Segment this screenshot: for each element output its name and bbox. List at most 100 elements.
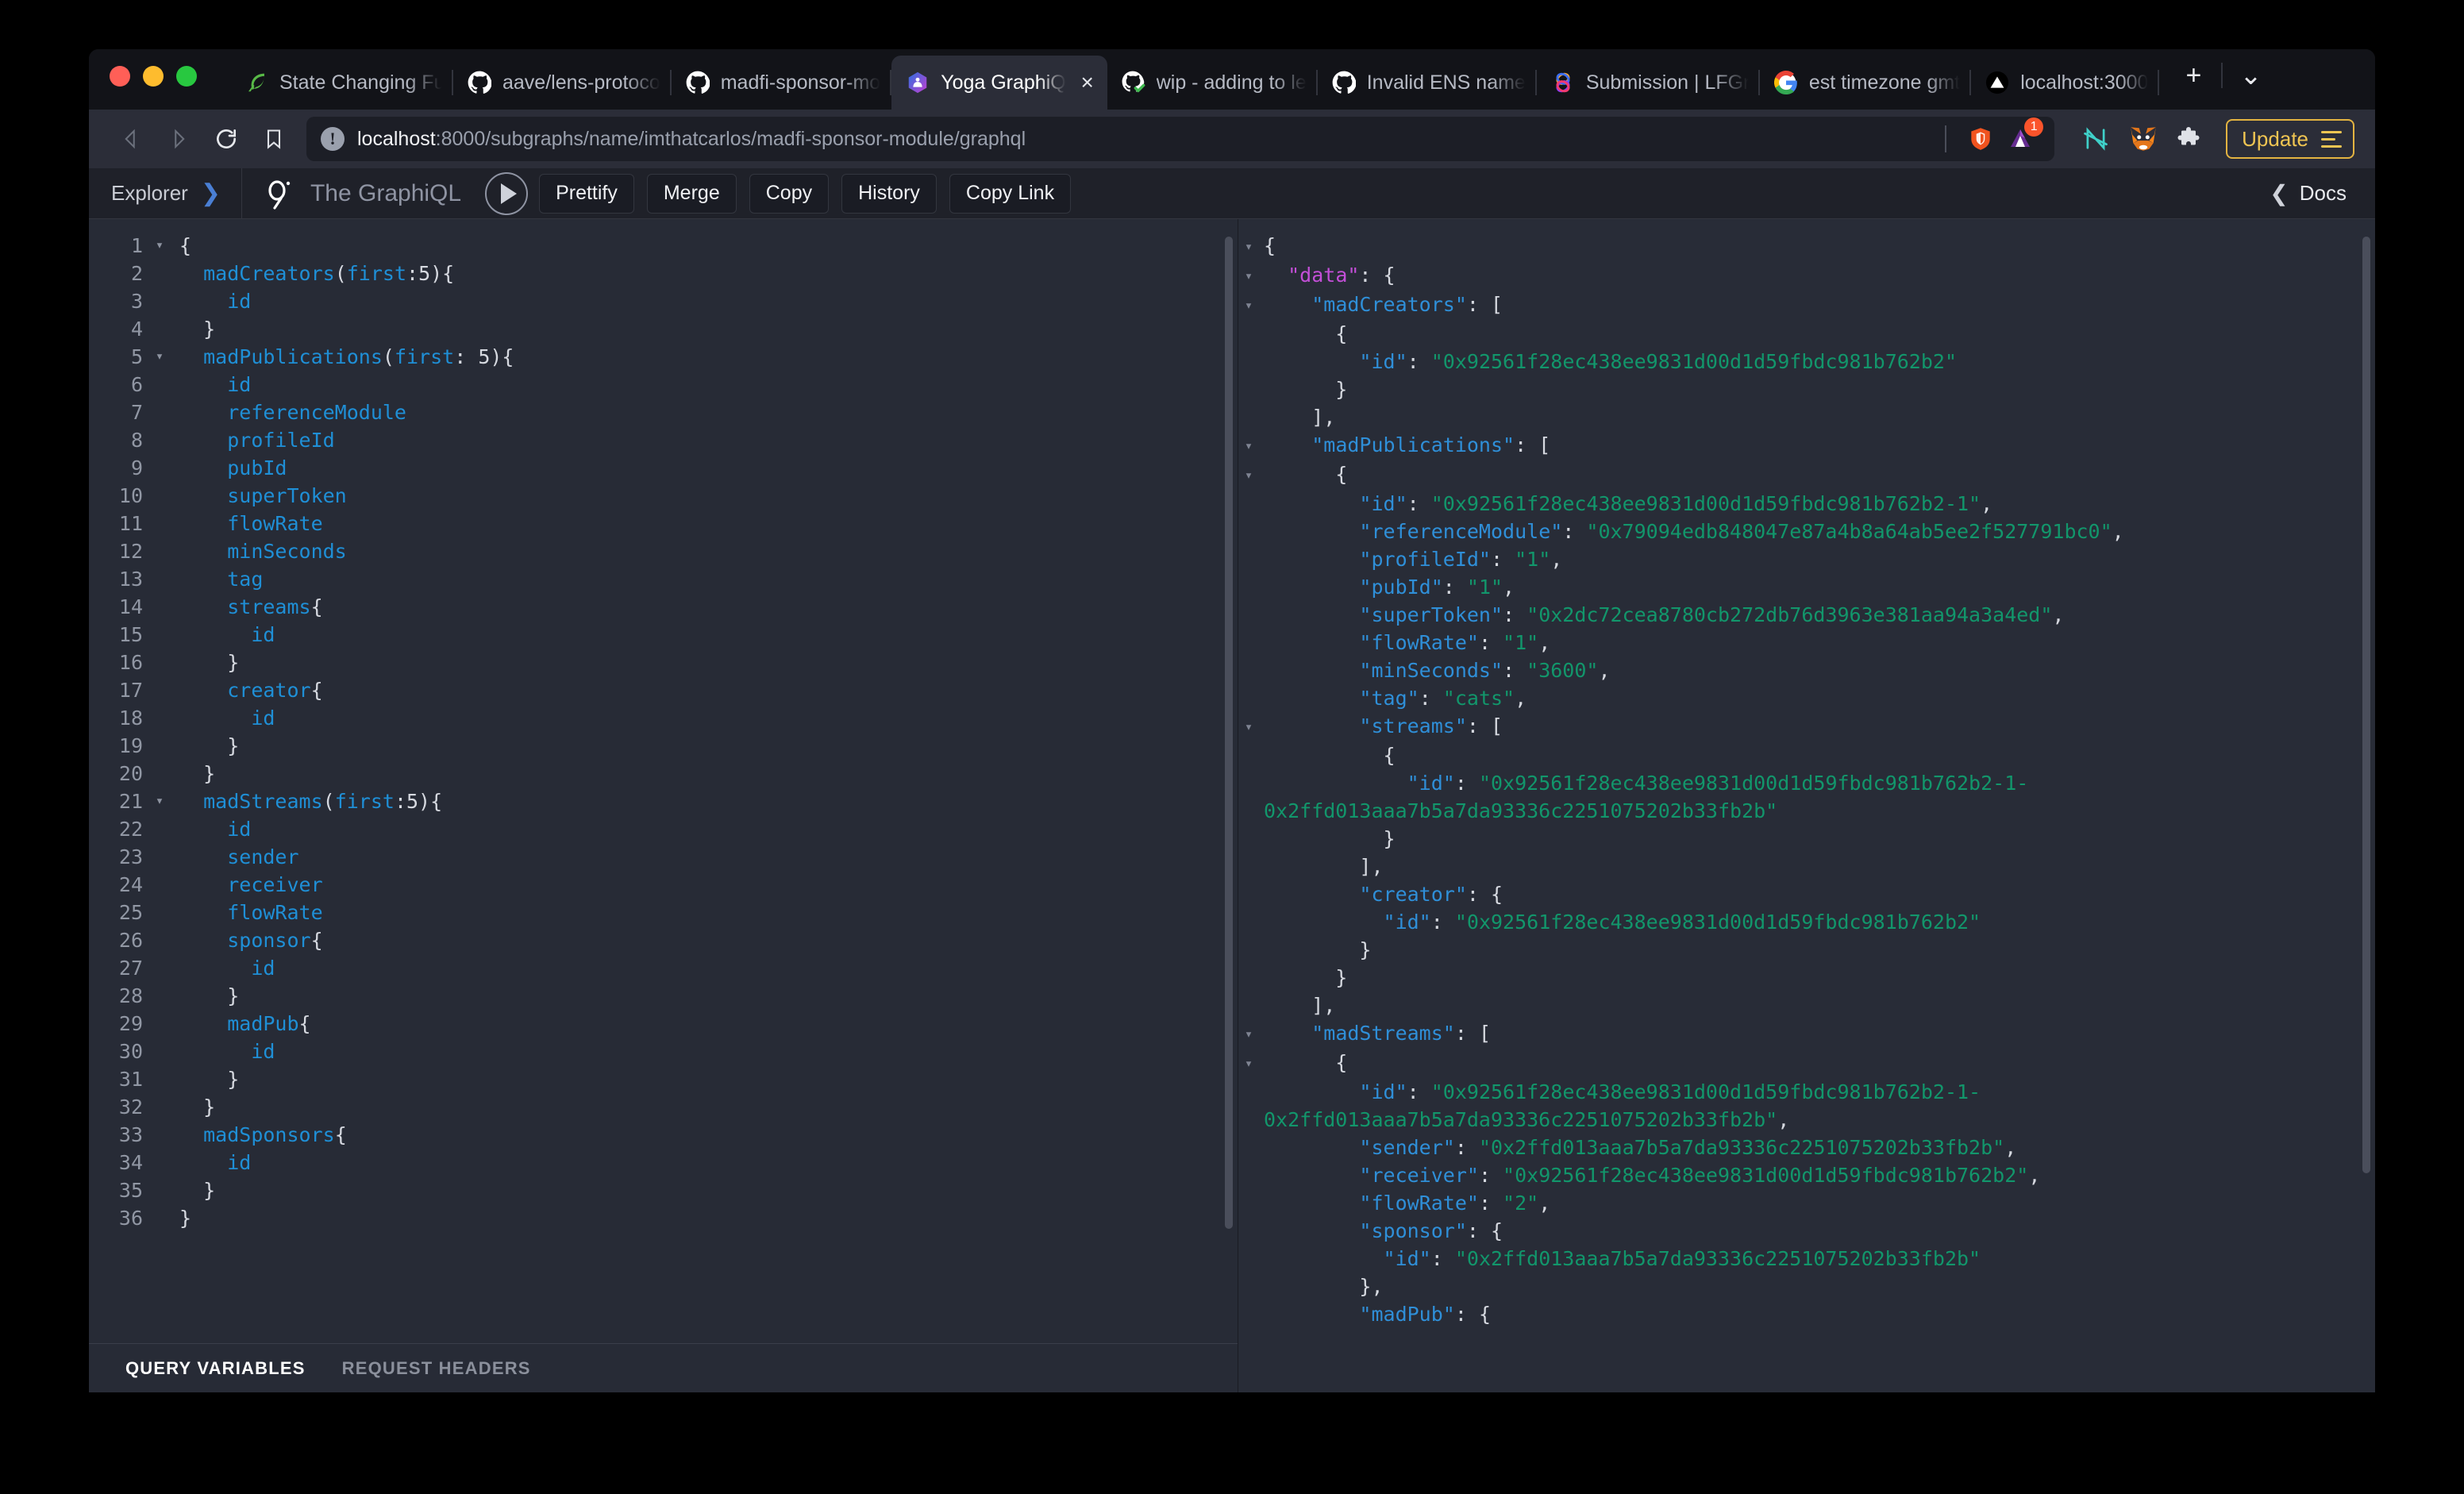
line-number: 20 [118,762,143,785]
hamburger-menu-icon[interactable] [2321,130,2342,148]
response-line-text: { [1264,322,1348,345]
site-info-icon[interactable]: ! [321,127,345,151]
browser-tab[interactable]: aave/lens-protoco [453,56,672,110]
line-number: 25 [118,901,143,924]
new-tab-button[interactable]: + [2170,55,2216,96]
browser-tab[interactable]: wip - adding to le [1107,56,1318,110]
bookmark-icon[interactable] [252,117,295,160]
browser-tab[interactable]: localhost:3000 [1971,56,2160,110]
toolbar-button-copy[interactable]: Copy [749,173,830,214]
browser-tab[interactable]: Invalid ENS name [1318,56,1537,110]
omnibox-divider [1945,125,1947,152]
explorer-toggle-button[interactable]: Explorer ❯ [89,168,242,218]
query-line-text: id [251,707,275,730]
docs-button[interactable]: ❮ Docs [2241,180,2375,206]
toolbar-button-copy-link[interactable]: Copy Link [949,173,1072,214]
browser-tab[interactable]: Submission | LFGr [1537,56,1760,110]
brave-rewards-icon[interactable]: 1 [2004,117,2044,157]
browser-tab[interactable]: est timezone gmt [1760,56,1972,110]
close-tab-icon[interactable]: × [1074,69,1101,96]
browser-tab[interactable]: State Changing Fu [230,56,453,110]
toolbar-button-merge[interactable]: Merge [646,173,737,214]
fold-toggle-icon[interactable]: ▾ [1238,460,1259,490]
execute-query-button[interactable] [485,171,529,215]
query-line: 22 id [89,815,1238,843]
response-line-text: "minSeconds": "3600", [1359,659,1611,682]
back-button[interactable] [110,117,152,160]
query-line: 10 superToken [89,482,1238,510]
query-line-text: } [179,1095,216,1119]
response-line-text: { [1264,463,1348,486]
fold-toggle-icon[interactable]: ▾ [1238,1049,1259,1078]
variables-tab-request-headers[interactable]: REQUEST HEADERS [342,1358,531,1379]
response-line: ▾ { [1238,460,2375,490]
update-button-label: Update [2242,126,2308,151]
response-line: "creator": { [1238,880,2375,908]
reload-button[interactable] [205,117,248,160]
fold-toggle-icon[interactable]: ▾ [151,232,168,260]
browser-tab[interactable]: madfi-sponsor-mo [672,56,892,110]
toolbar-button-history[interactable]: History [841,173,937,214]
tab-list: State Changing Fu aave/lens-protoco madfi-… [230,49,2160,110]
response-scrollbar[interactable] [2362,237,2370,1173]
query-code[interactable]: 1 ▾{2 madCreators(first:5){3 id 4 } 5 ▾ madP… [89,232,1238,1232]
response-line-text: "data": { [1288,264,1396,287]
update-button[interactable]: Update [2226,119,2354,159]
query-line: 28 } [89,982,1238,1010]
response-line-text: { [1264,1051,1348,1074]
tab-strip: State Changing Fu aave/lens-protoco madfi-… [89,49,2375,110]
address-input[interactable]: ! localhost:8000/subgraphs/name/imthatca… [306,117,2055,161]
query-line-text: } [179,318,216,341]
fold-toggle-icon[interactable]: ▾ [151,343,168,371]
browser-tab-title: madfi-sponsor-mo [720,71,881,94]
query-line-text: streams{ [227,595,323,618]
maximize-window-button[interactable] [176,66,197,87]
fold-toggle-icon[interactable]: ▾ [1238,232,1259,261]
metamask-extension-icon[interactable] [2124,120,2162,158]
query-line: 36} [89,1204,1238,1232]
rewards-badge-count: 1 [2024,117,2044,137]
browser-tab[interactable]: Yoga GraphiQ × [891,56,1107,110]
minimize-window-button[interactable] [143,66,164,87]
query-line-text: } [179,1179,216,1202]
close-window-button[interactable] [110,66,130,87]
response-line-text: "id": "0x92561f28ec438ee9831d00d1d59fbdc… [1359,350,1958,373]
line-number: 30 [118,1040,143,1063]
extensions-puzzle-icon[interactable] [2172,120,2210,158]
tab-search-chevron-down-icon[interactable]: ⌄ [2227,55,2273,96]
fold-toggle-icon[interactable]: ▾ [1238,712,1259,741]
line-number: 18 [118,707,143,730]
response-pane[interactable]: ▾{▾ "data": {▾ "madCreators": [ { "id": … [1238,219,2375,1392]
google-icon [1773,71,1798,94]
fold-toggle-icon[interactable]: ▾ [1238,1019,1259,1049]
toolbar-button-prettify[interactable]: Prettify [539,173,634,214]
fold-toggle-icon[interactable]: ▾ [151,787,168,815]
query-line: 31 } [89,1065,1238,1093]
query-line-text: id [251,957,275,980]
forward-button[interactable] [157,117,200,160]
fold-toggle-icon[interactable]: ▾ [1238,431,1259,460]
response-line: "id": "0x92561f28ec438ee9831d00d1d59fbdc… [1238,348,2375,375]
line-number: 11 [118,512,143,535]
brave-shields-icon[interactable] [1962,121,1999,157]
response-line-text: ], [1264,855,1384,878]
fold-toggle-icon[interactable]: ▾ [1238,261,1259,291]
query-line-text: superToken [227,484,347,507]
nouns-extension-icon[interactable] [2077,120,2115,158]
query-editor-scrollbar[interactable] [1225,237,1233,1229]
variables-tab-query-variables[interactable]: QUERY VARIABLES [125,1358,306,1379]
query-editor[interactable]: 1 ▾{2 madCreators(first:5){3 id 4 } 5 ▾ madP… [89,219,1238,1343]
fold-toggle-icon[interactable]: ▾ [1238,291,1259,320]
github-check-icon [1122,71,1145,94]
response-line: { [1238,741,2375,769]
